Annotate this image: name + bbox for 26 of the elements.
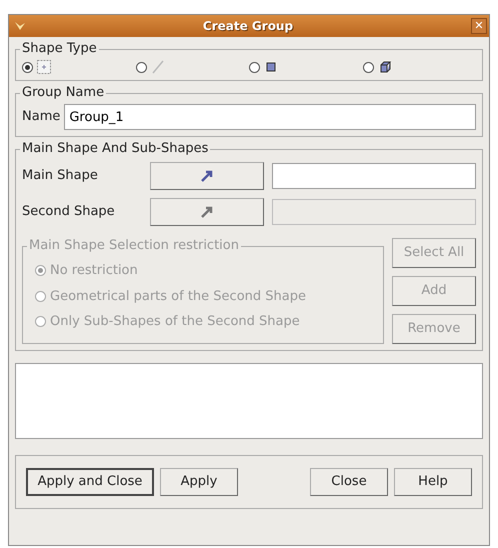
dialog-button[interactable]: Help [394, 468, 472, 496]
arrow-icon [200, 204, 214, 219]
arrow-icon [200, 168, 214, 183]
slash-icon [150, 60, 164, 74]
option-label: Only Sub-Shapes of the Second Shape [50, 313, 300, 331]
dialog-button[interactable]: Apply [160, 468, 238, 496]
window-title: Create Group [202, 18, 294, 35]
name-label: Name [22, 108, 60, 126]
app-icon [15, 22, 25, 30]
dialog-button[interactable]: Apply and Close [26, 468, 154, 496]
square-icon [264, 60, 278, 74]
group-title: Main Shape And Sub-Shapes [20, 140, 210, 158]
shape-label: Main Shape [22, 167, 99, 186]
name-field[interactable]: Group_1 [64, 104, 476, 130]
option-label: No restriction [50, 262, 138, 280]
dialog-button[interactable]: Close [310, 468, 388, 496]
option-label: Geometrical parts of the Second Shape [50, 288, 306, 306]
cube-icon [378, 60, 392, 74]
select-shape-button[interactable] [150, 162, 264, 190]
plus-icon [37, 60, 51, 74]
group-title: Main Shape Selection restriction [27, 237, 241, 255]
shape-list[interactable] [15, 363, 483, 439]
shape-label: Second Shape [22, 203, 116, 222]
group-title: Group Name [20, 84, 106, 102]
group-title: Shape Type [20, 40, 99, 58]
shape-field[interactable] [272, 163, 476, 189]
